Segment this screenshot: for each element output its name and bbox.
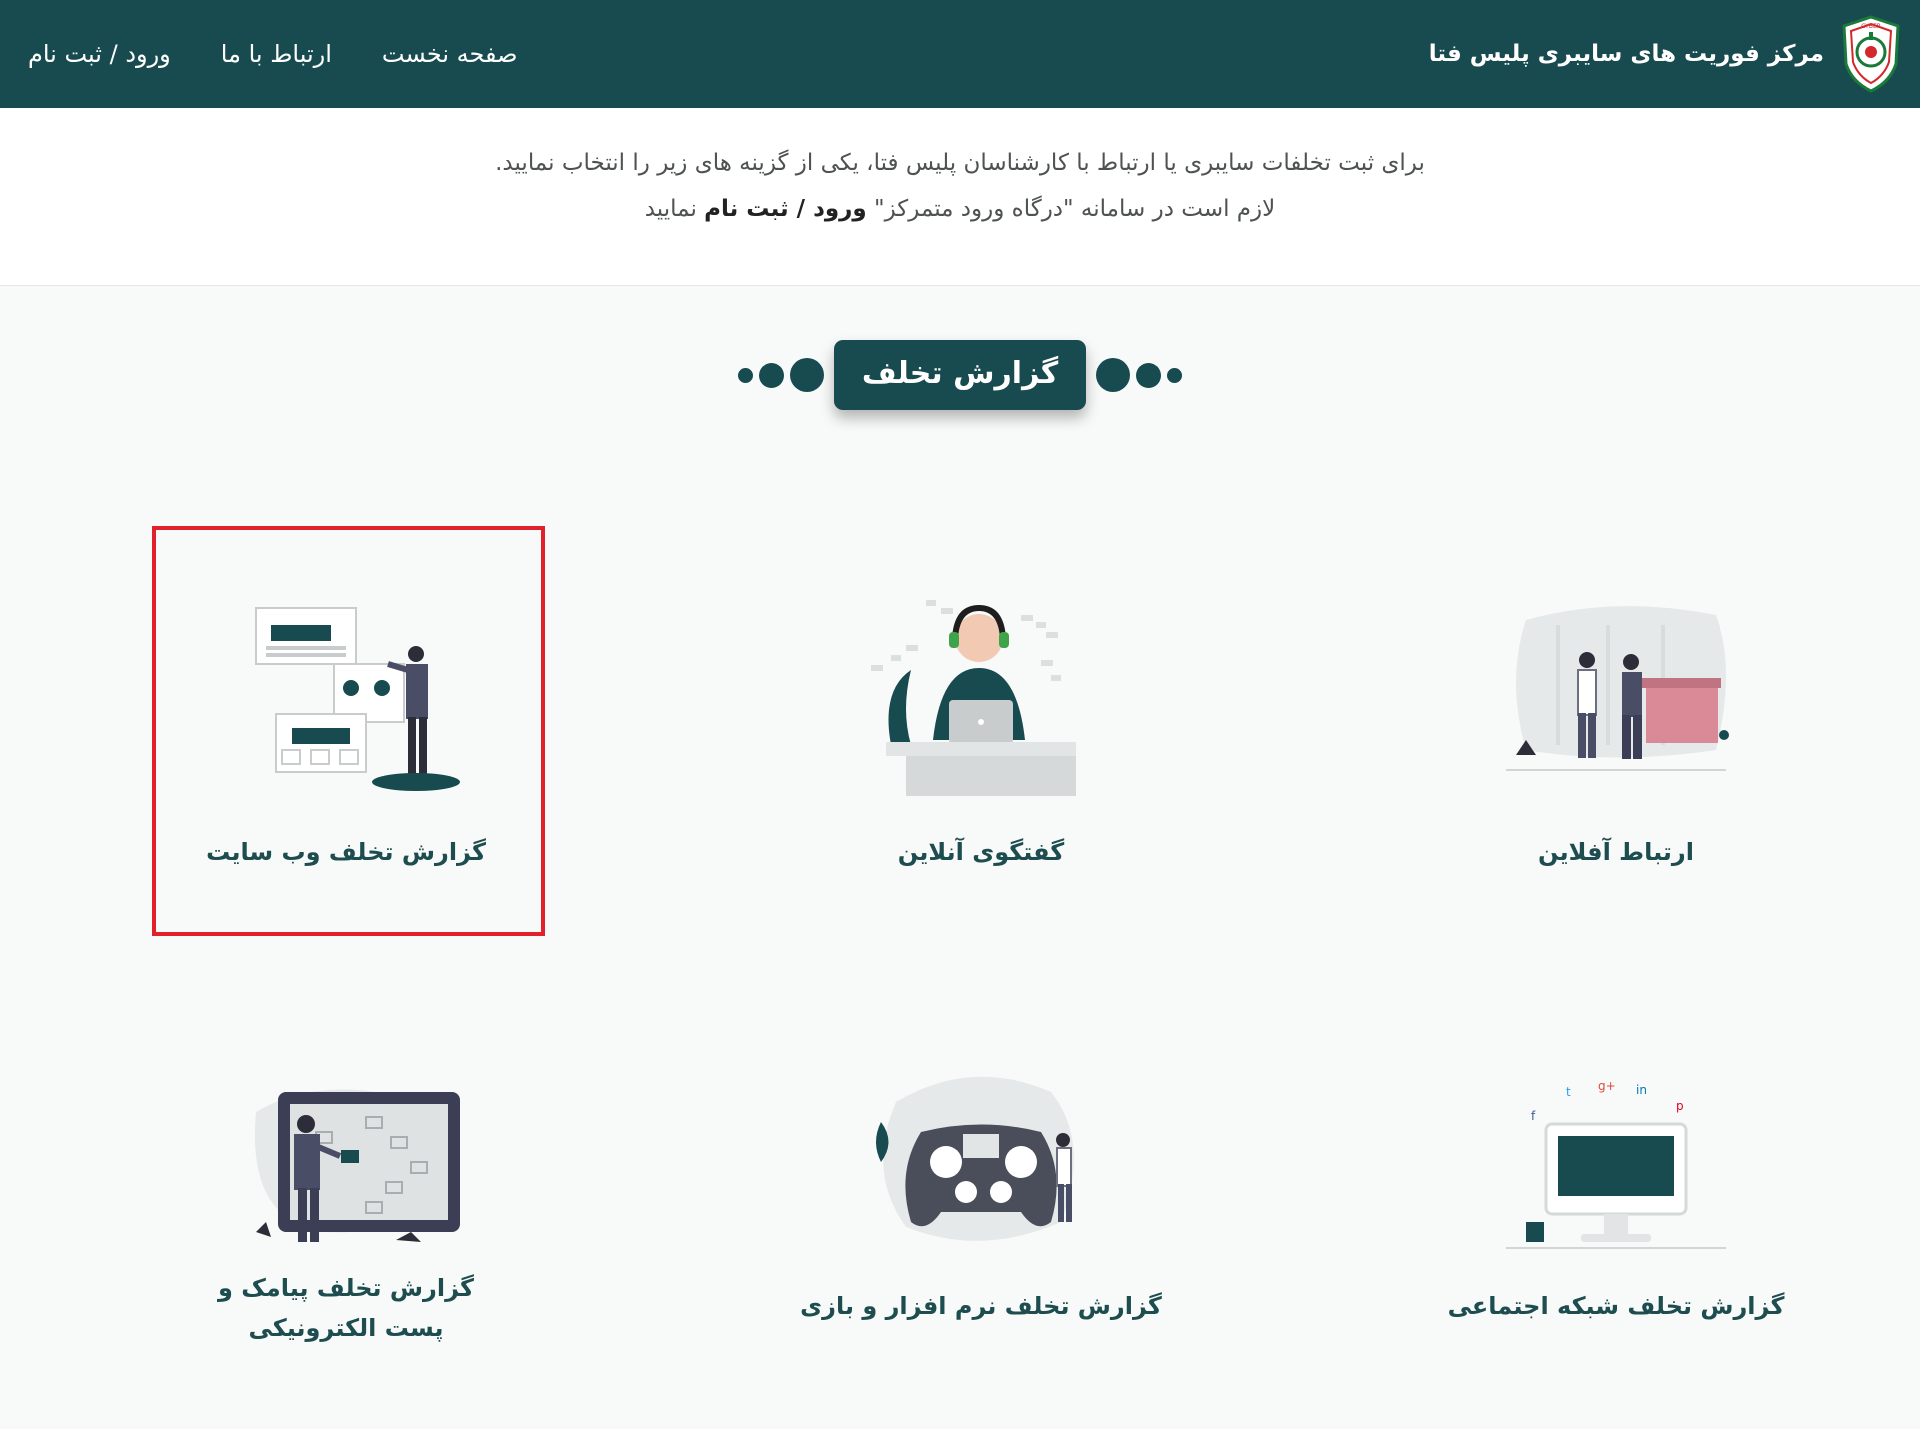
nav-home-link[interactable]: صفحه نخست [382,40,518,68]
brand-name: مرکز فوریت های سایبری پلیس فتا [1428,41,1824,67]
top-navbar: CYBER مرکز فوریت های سایبری پلیس فتا صفح… [0,0,1920,108]
card-sms-email-label: گزارش تخلف پیامک و پست الکترونیکی [218,1274,474,1342]
svg-text:p: p [1676,1099,1684,1113]
card-sms-email[interactable]: گزارش تخلف پیامک و پست الکترونیکی [156,1062,536,1348]
card-offline-contact-label: ارتباط آفلاین [1538,838,1694,866]
nav-contact-link[interactable]: ارتباط با ما [221,40,332,68]
decor-dot [1167,367,1183,383]
svg-text:in: in [1636,1083,1647,1097]
section-title: گزارش تخلف [833,340,1087,410]
intro-line-2: لازم است در سامانه "درگاه ورود متمرکز" و… [0,194,1920,224]
decor-dot [758,362,784,388]
main-nav: صفحه نخست ارتباط با ما ورود / ثبت نام [28,40,518,68]
brand[interactable]: CYBER مرکز فوریت های سایبری پلیس فتا [1429,14,1902,94]
decor-dots-left [737,358,824,392]
police-emblem-icon: CYBER [1842,15,1900,93]
card-online-chat[interactable]: گفتگوی آنلاین [791,590,1171,872]
section-title-row: گزارش تخلف [0,340,1920,410]
intro-line-2-suffix: نمایید [644,196,697,222]
decor-dot [1136,362,1162,388]
card-social-network-label: گزارش تخلف شبکه اجتماعی [1447,1292,1785,1320]
intro-login-link[interactable]: ورود / ثبت نام [704,196,867,222]
selection-highlight-frame [152,526,545,936]
svg-text:f: f [1531,1109,1536,1123]
card-software-game[interactable]: گزارش تخلف نرم افزار و بازی [791,1062,1171,1326]
svg-text:CYBER: CYBER [1861,23,1881,30]
svg-text:t: t [1566,1085,1571,1099]
decor-dot [1096,358,1131,392]
decor-dots-right [1096,358,1183,392]
offline-contact-illustration-icon [1506,606,1729,771]
decor-dot [737,367,753,383]
sms-email-illustration-icon [254,1089,460,1242]
card-online-chat-label: گفتگوی آنلاین [897,838,1065,866]
intro-line-1: برای ثبت تخلفات سایبری یا ارتباط با کارش… [495,150,1425,176]
svg-text:g+: g+ [1598,1079,1616,1093]
card-offline-contact[interactable]: ارتباط آفلاین [1426,590,1806,872]
software-game-illustration-icon [876,1076,1074,1241]
decor-dot [789,358,824,392]
card-software-game-label: گزارش تخلف نرم افزار و بازی [800,1292,1162,1320]
online-chat-illustration-icon [871,600,1076,796]
nav-login-link[interactable]: ورود / ثبت نام [28,40,171,68]
social-network-illustration-icon: t g+ in p f [1506,1079,1726,1249]
intro-band: برای ثبت تخلفات سایبری یا ارتباط با کارش… [0,108,1920,286]
card-social-network[interactable]: t g+ in p f گزارش تخلف شبکه اجتماعی [1426,1062,1806,1326]
intro-line-2-prefix: لازم است در سامانه "درگاه ورود متمرکز" [874,196,1276,222]
